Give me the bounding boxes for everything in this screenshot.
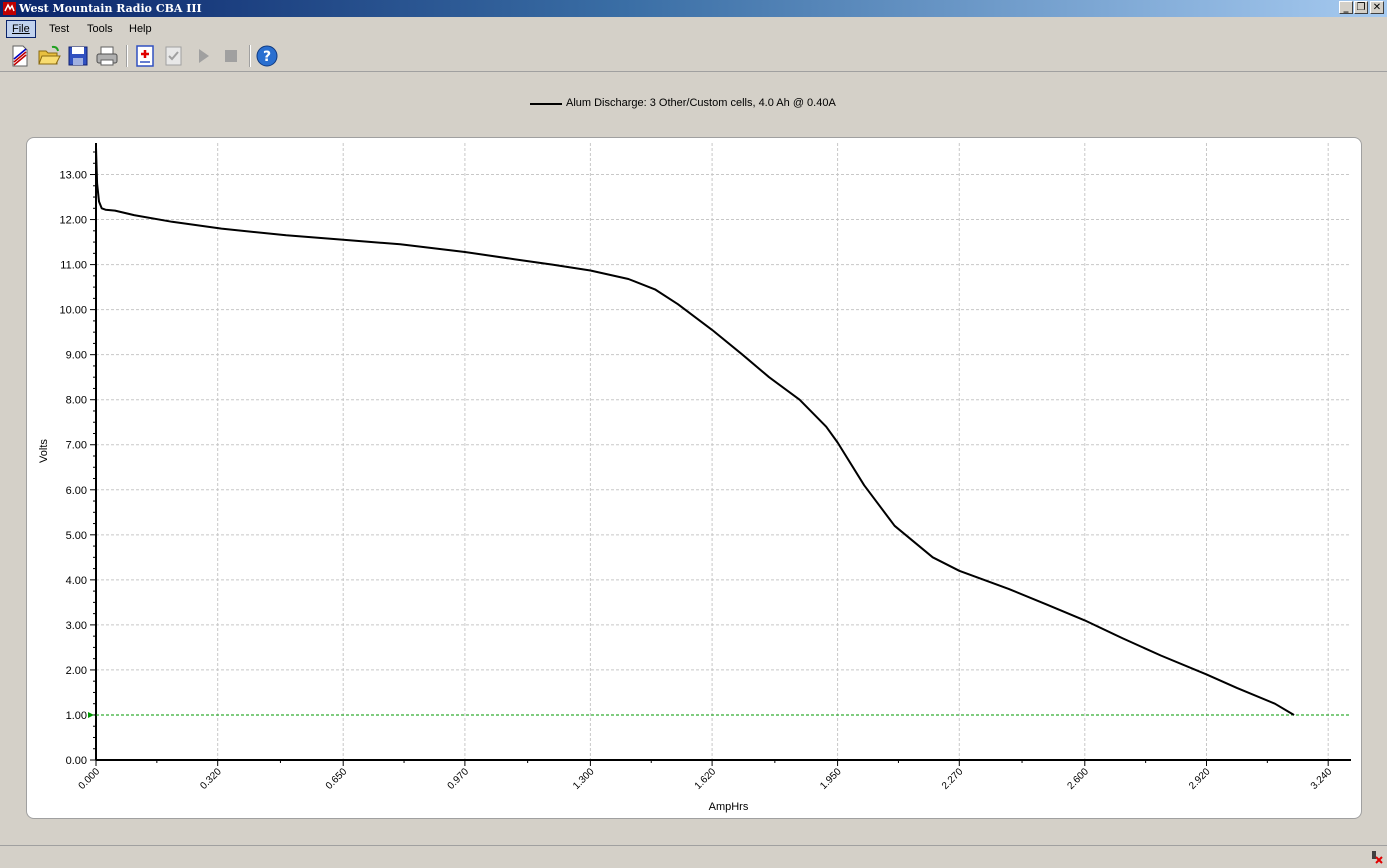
chart-panel: 0.00 1.00 2.00 3.00 4.00 5.00 6.00 7.00 8.00 9.00… [26, 137, 1362, 819]
toolbar-separator [126, 45, 128, 67]
x-tick-label: 0.650 [324, 766, 350, 792]
menu-file[interactable]: File [6, 20, 36, 38]
x-axis-title: AmpHrs [709, 801, 749, 813]
y-tick-label: 0.00 [66, 755, 87, 767]
x-tick-label: 1.950 [818, 766, 844, 792]
x-tick-label: 3.240 [1309, 766, 1335, 792]
title-bar: West Mountain Radio CBA III _ ❐ ✕ [0, 0, 1387, 17]
y-tick-label: 12.00 [59, 215, 87, 227]
legend-label: Alum Discharge: 3 Other/Custom cells, 4.… [566, 97, 836, 109]
toolbar: ? [0, 41, 1387, 72]
y-tick-label: 5.00 [66, 530, 87, 542]
x-tick-label: 0.000 [77, 766, 103, 792]
help-icon[interactable]: ? [255, 44, 279, 68]
legend-swatch [530, 103, 562, 105]
stop-icon[interactable] [219, 44, 243, 68]
menu-test[interactable]: Test [44, 21, 74, 37]
x-tick-label: 0.320 [198, 766, 224, 792]
discharge-chart: 0.00 1.00 2.00 3.00 4.00 5.00 6.00 7.00 8.00 9.00… [38, 143, 1351, 813]
window-title: West Mountain Radio CBA III [19, 2, 202, 15]
y-tick-label: 6.00 [66, 485, 87, 497]
open-folder-icon[interactable] [37, 44, 61, 68]
y-tick-label: 2.00 [66, 665, 87, 677]
status-bar [0, 845, 1387, 868]
y-tick-label: 7.00 [66, 440, 87, 452]
x-tick-label: 2.920 [1187, 766, 1213, 792]
play-icon[interactable] [191, 44, 215, 68]
restore-button[interactable]: ❐ [1354, 1, 1368, 14]
y-axis-title: Volts [38, 439, 50, 463]
connection-status-icon [1372, 851, 1383, 864]
y-tick-label: 9.00 [66, 350, 87, 362]
menu-help[interactable]: Help [124, 21, 157, 37]
y-tick-label: 1.00 [66, 710, 87, 722]
cutoff-marker-icon [88, 711, 94, 718]
discharge-series-line [95, 147, 1295, 716]
menu-tools[interactable]: Tools [82, 21, 118, 37]
y-tick-label: 11.00 [60, 260, 87, 272]
toolbar-separator [249, 45, 251, 67]
add-test-icon[interactable] [133, 44, 157, 68]
y-tick-label: 4.00 [66, 575, 87, 587]
y-tick-label: 8.00 [66, 395, 87, 407]
print-icon[interactable] [95, 44, 119, 68]
new-document-icon[interactable] [8, 44, 32, 68]
svg-text:?: ? [263, 49, 271, 65]
x-tick-label: 2.600 [1065, 766, 1091, 792]
save-icon[interactable] [66, 44, 90, 68]
y-tick-label: 10.00 [59, 305, 87, 317]
y-tick-label: 3.00 [66, 620, 87, 632]
x-tick-label: 1.300 [571, 766, 597, 792]
x-tick-label: 0.970 [446, 766, 472, 792]
y-tick-label: 13.00 [59, 170, 87, 182]
close-button[interactable]: ✕ [1370, 1, 1384, 14]
x-tick-label: 1.620 [693, 766, 719, 792]
checklist-icon[interactable] [162, 44, 186, 68]
app-icon [3, 2, 16, 15]
x-tick-label: 2.270 [940, 766, 966, 792]
menu-bar: File Test Tools Help [0, 18, 1387, 40]
minimize-button[interactable]: _ [1339, 1, 1353, 14]
